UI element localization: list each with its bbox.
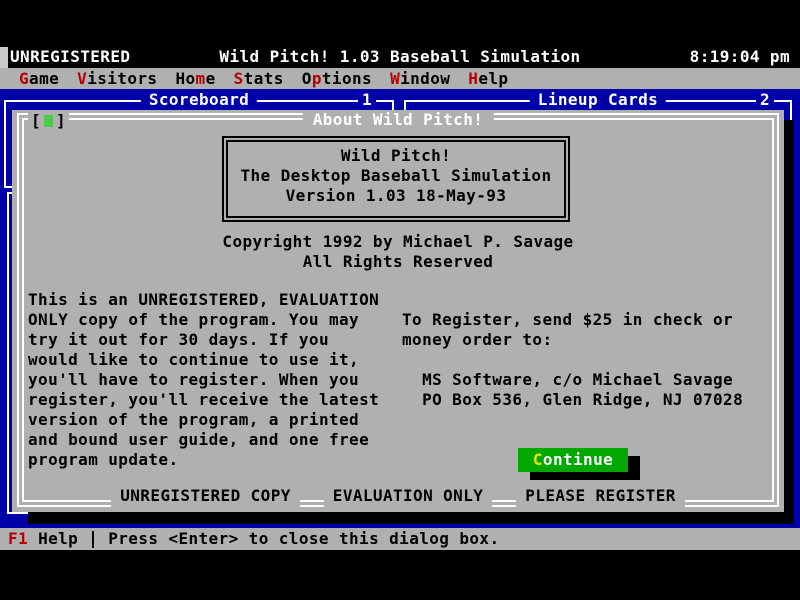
window-lineup-cards-title[interactable]: Lineup Cards bbox=[530, 90, 666, 110]
footer-banner-text: EVALUATION ONLY bbox=[324, 486, 493, 510]
status-message: Press <Enter> to close this dialog box. bbox=[108, 529, 499, 549]
registration-info-line: PO Box 536, Glen Ridge, NJ 07028 bbox=[402, 390, 743, 410]
menu-hotkey-letter: S bbox=[234, 69, 244, 88]
evaluation-notice-line: This is an UNREGISTERED, EVALUATION bbox=[28, 290, 379, 310]
clock: 8:19:04 pm bbox=[690, 47, 790, 67]
close-box-icon bbox=[44, 115, 53, 127]
menu-hotkey-letter: p bbox=[312, 69, 322, 88]
continue-button-label: ontinue bbox=[543, 450, 613, 469]
evaluation-notice-text: This is an UNREGISTERED, EVALUATIONONLY … bbox=[28, 290, 379, 470]
menu-item-options[interactable]: Options bbox=[293, 69, 381, 89]
menu-item-stats[interactable]: Stats bbox=[225, 69, 293, 89]
status-separator bbox=[92, 531, 94, 548]
evaluation-notice-line: ONLY copy of the program. You may bbox=[28, 310, 379, 330]
menu-item-window[interactable]: Window bbox=[381, 69, 459, 89]
evaluation-notice-line: program update. bbox=[28, 450, 379, 470]
continue-button-hotkey: C bbox=[533, 450, 543, 469]
evaluation-notice-line: and bound user guide, and one free bbox=[28, 430, 379, 450]
footer-banner-text: UNREGISTERED COPY bbox=[111, 486, 300, 510]
evaluation-notice-line: you'll have to register. When you bbox=[28, 370, 379, 390]
window-lineup-cards-number: 2 bbox=[756, 90, 774, 110]
registration-info-line: To Register, send $25 in check or bbox=[402, 310, 743, 330]
registration-info-line bbox=[402, 350, 743, 370]
f1-key-label[interactable]: F1 bbox=[8, 529, 28, 549]
help-label[interactable]: Help bbox=[38, 529, 78, 549]
footer-line-segment bbox=[300, 486, 324, 510]
menu-item-help[interactable]: Help bbox=[459, 69, 517, 89]
status-bar: F1 Help Press <Enter> to close this dial… bbox=[0, 528, 800, 550]
footer-banner-text: PLEASE REGISTER bbox=[516, 486, 685, 510]
dialog-title: About Wild Pitch! bbox=[303, 110, 494, 130]
menu-item-home[interactable]: Home bbox=[166, 69, 224, 89]
menu-item-game[interactable]: Game bbox=[10, 69, 68, 89]
evaluation-notice-line: version of the program, a printed bbox=[28, 410, 379, 430]
evaluation-notice-line: register, you'll receive the latest bbox=[28, 390, 379, 410]
dialog-close-button[interactable]: [] bbox=[28, 111, 69, 131]
about-dialog: [] About Wild Pitch! Wild Pitch! The Des… bbox=[12, 110, 784, 512]
menu-hotkey-letter: W bbox=[390, 69, 400, 88]
copyright-line: Copyright 1992 by Michael P. Savage bbox=[12, 232, 784, 252]
menu-hotkey-letter: H bbox=[468, 69, 478, 88]
desktop: Scoreboard 1 Lineup Cards 2 [] About Wil… bbox=[0, 89, 800, 528]
copyright-block: Copyright 1992 by Michael P. Savage All … bbox=[12, 232, 784, 272]
menu-hotkey-letter: m bbox=[196, 69, 206, 88]
registration-info-text: To Register, send $25 in check ormoney o… bbox=[402, 310, 743, 410]
dialog-footer-banner: UNREGISTERED COPY EVALUATION ONLY PLEASE R… bbox=[12, 486, 784, 510]
window-scoreboard-number: 1 bbox=[358, 90, 376, 110]
menu-hotkey-letter: G bbox=[19, 69, 29, 88]
title-bar: UNREGISTERED Wild Pitch! 1.03 Baseball S… bbox=[0, 47, 800, 68]
menu-item-visitors[interactable]: Visitors bbox=[68, 69, 166, 89]
program-version: Version 1.03 18-May-93 bbox=[224, 186, 568, 206]
registration-info-line: money order to: bbox=[402, 330, 743, 350]
window-scoreboard-title[interactable]: Scoreboard bbox=[141, 90, 257, 110]
menu-hotkey-letter: V bbox=[77, 69, 87, 88]
footer-line-segment bbox=[492, 486, 516, 510]
menu-bar: GameVisitorsHomeStatsOptionsWindowHelp bbox=[0, 68, 800, 89]
evaluation-notice-line: try it out for 30 days. If you bbox=[28, 330, 379, 350]
continue-button[interactable]: Continue bbox=[518, 448, 628, 472]
registration-info-line: MS Software, c/o Michael Savage bbox=[402, 370, 743, 390]
rights-line: All Rights Reserved bbox=[12, 252, 784, 272]
program-subtitle: The Desktop Baseball Simulation bbox=[224, 166, 568, 186]
program-name: Wild Pitch! bbox=[224, 146, 568, 166]
evaluation-notice-line: would like to continue to use it, bbox=[28, 350, 379, 370]
app-screen: UNREGISTERED Wild Pitch! 1.03 Baseball S… bbox=[0, 0, 800, 600]
app-title: Wild Pitch! 1.03 Baseball Simulation bbox=[0, 47, 800, 67]
program-info-box: Wild Pitch! The Desktop Baseball Simulat… bbox=[222, 136, 570, 222]
